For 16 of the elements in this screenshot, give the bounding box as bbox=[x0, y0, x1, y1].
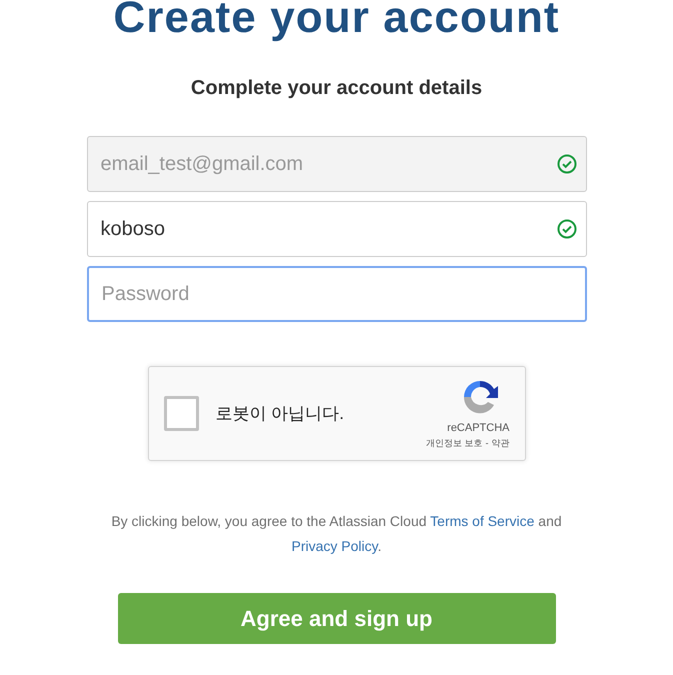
separator: - bbox=[486, 437, 488, 450]
terms-link[interactable]: Terms of Service bbox=[430, 513, 534, 529]
captcha-label: 로봇이 아닙니다. bbox=[216, 402, 345, 425]
captcha-checkbox[interactable] bbox=[164, 396, 198, 431]
terms-text: By clicking below, you agree to the Atlassian Cloud Terms of Service and Privacy Policy. bbox=[110, 512, 563, 556]
recaptcha-brand: reCAPTCHA bbox=[447, 420, 510, 436]
password-field[interactable]: Password bbox=[86, 266, 586, 322]
check-circle-icon bbox=[556, 219, 576, 239]
captcha-link[interactable]: 약관 bbox=[492, 437, 510, 450]
page-title: Create your account bbox=[113, 0, 560, 42]
check-circle-icon bbox=[556, 154, 576, 174]
captcha-link[interactable]: 개인정보 보호 bbox=[426, 437, 482, 450]
subtitle: Complete your account details bbox=[190, 76, 482, 101]
username-field[interactable]: koboso bbox=[86, 201, 586, 257]
sign-up-button[interactable]: Agree and sign up bbox=[118, 593, 556, 644]
terms-link[interactable]: Privacy Policy bbox=[292, 538, 378, 554]
